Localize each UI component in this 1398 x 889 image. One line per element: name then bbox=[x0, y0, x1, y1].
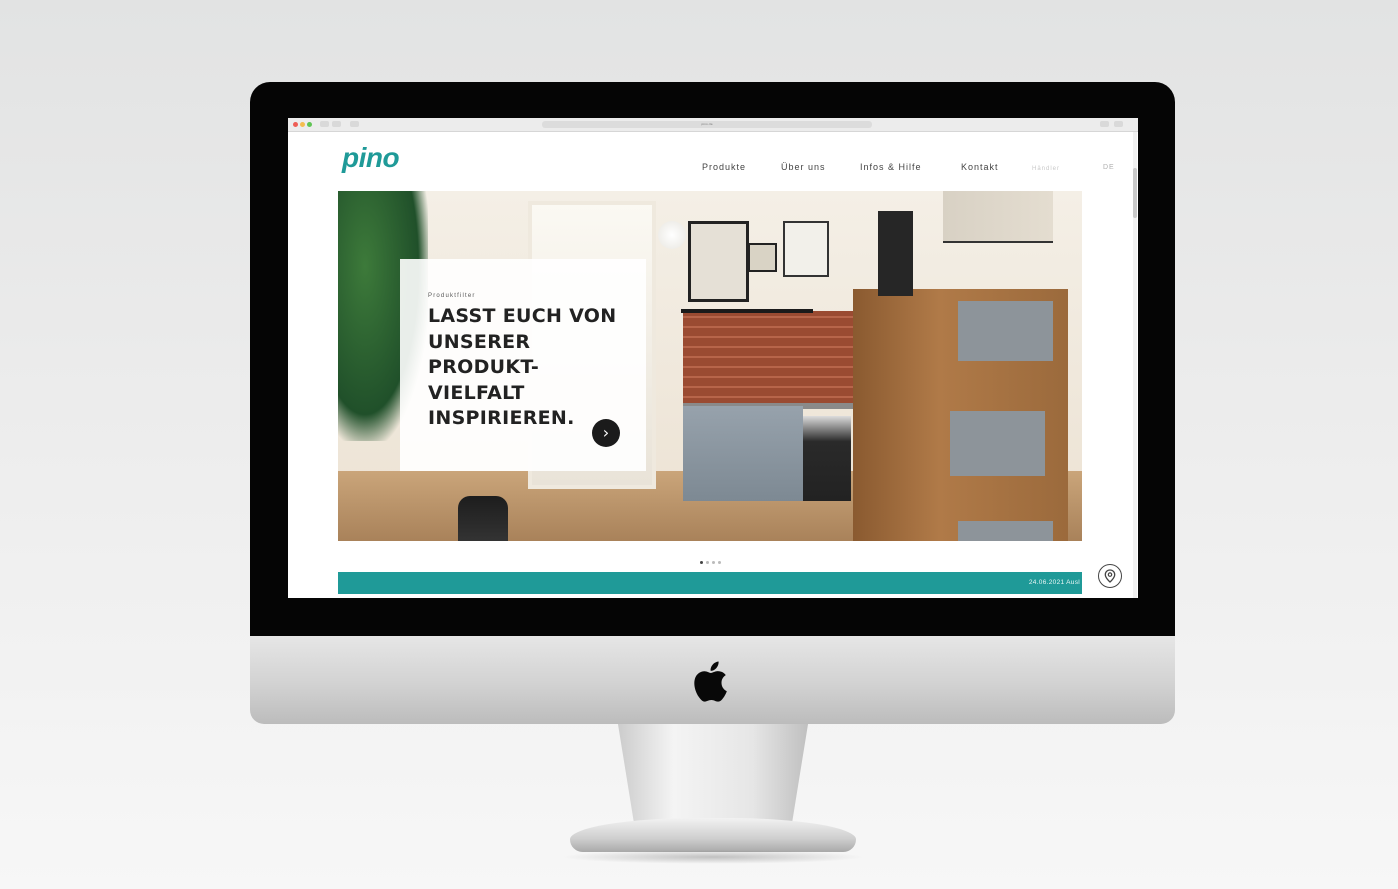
ticker-text: 24.06.2021 Ausl bbox=[1028, 579, 1080, 586]
hero-slider: Produktfilter LASST EUCH VON UNSERER PRO… bbox=[338, 191, 1082, 541]
address-bar-text: pino.de bbox=[701, 122, 713, 126]
hero-shelf-box bbox=[958, 301, 1053, 361]
screen: pino.de pino Produkte Über uns Infos & H… bbox=[288, 118, 1138, 598]
hero-pendant-lamp bbox=[658, 221, 686, 249]
hero-kitchen-cabinets bbox=[683, 406, 803, 501]
hero-speaker bbox=[878, 211, 913, 296]
location-pin-icon bbox=[1104, 569, 1116, 583]
nav-item-info[interactable]: Infos & Hilfe bbox=[860, 162, 922, 173]
stand-base bbox=[570, 818, 856, 852]
hero-stool bbox=[458, 496, 508, 541]
share-button[interactable] bbox=[1100, 121, 1109, 127]
browser-toolbar: pino.de bbox=[288, 118, 1138, 132]
hero-text-box: Produktfilter LASST EUCH VON UNSERER PRO… bbox=[400, 259, 646, 471]
hero-wall-pictures bbox=[943, 191, 1053, 243]
hero-oven bbox=[803, 416, 851, 501]
chevron-right-icon[interactable]: › bbox=[592, 419, 620, 447]
nav-item-about[interactable]: Über uns bbox=[781, 162, 826, 173]
nav-item-products[interactable]: Produkte bbox=[702, 162, 746, 173]
hero-wall-picture bbox=[748, 243, 777, 272]
sidebar-button[interactable] bbox=[350, 121, 359, 127]
hero-shelf-box bbox=[958, 521, 1053, 541]
hero-wall-picture bbox=[688, 221, 749, 302]
location-button[interactable] bbox=[1098, 564, 1122, 588]
address-bar[interactable]: pino.de bbox=[542, 121, 872, 128]
site-logo[interactable]: pino bbox=[342, 142, 400, 174]
hero-eyebrow: Produktfilter bbox=[428, 293, 476, 299]
slider-dot[interactable] bbox=[712, 561, 715, 564]
hero-shelf-box bbox=[950, 411, 1045, 476]
hero-wall-picture bbox=[783, 221, 829, 277]
apple-logo bbox=[690, 655, 736, 707]
window-minimize-button[interactable] bbox=[300, 122, 305, 127]
forward-button[interactable] bbox=[332, 121, 341, 127]
slider-dot-active[interactable] bbox=[700, 561, 703, 564]
hero-brick-wall bbox=[683, 311, 853, 406]
slider-dot[interactable] bbox=[718, 561, 721, 564]
tabs-button[interactable] bbox=[1114, 121, 1123, 127]
news-ticker[interactable]: 24.06.2021 Ausl bbox=[338, 572, 1082, 594]
stand-shadow bbox=[560, 850, 866, 864]
nav-item-dealer[interactable]: Händler bbox=[1032, 164, 1060, 175]
window-maximize-button[interactable] bbox=[307, 122, 312, 127]
slider-dot[interactable] bbox=[706, 561, 709, 564]
back-button[interactable] bbox=[320, 121, 329, 127]
hero-headline: LASST EUCH VON UNSERER PRODUKT- VIELFALT… bbox=[428, 305, 617, 429]
language-switch[interactable]: DE bbox=[1103, 162, 1115, 173]
nav-item-contact[interactable]: Kontakt bbox=[961, 162, 999, 173]
window-close-button[interactable] bbox=[293, 122, 298, 127]
scrollbar-thumb[interactable] bbox=[1133, 168, 1137, 218]
hero-wall-shelf bbox=[681, 309, 813, 313]
stand-neck bbox=[617, 724, 809, 822]
